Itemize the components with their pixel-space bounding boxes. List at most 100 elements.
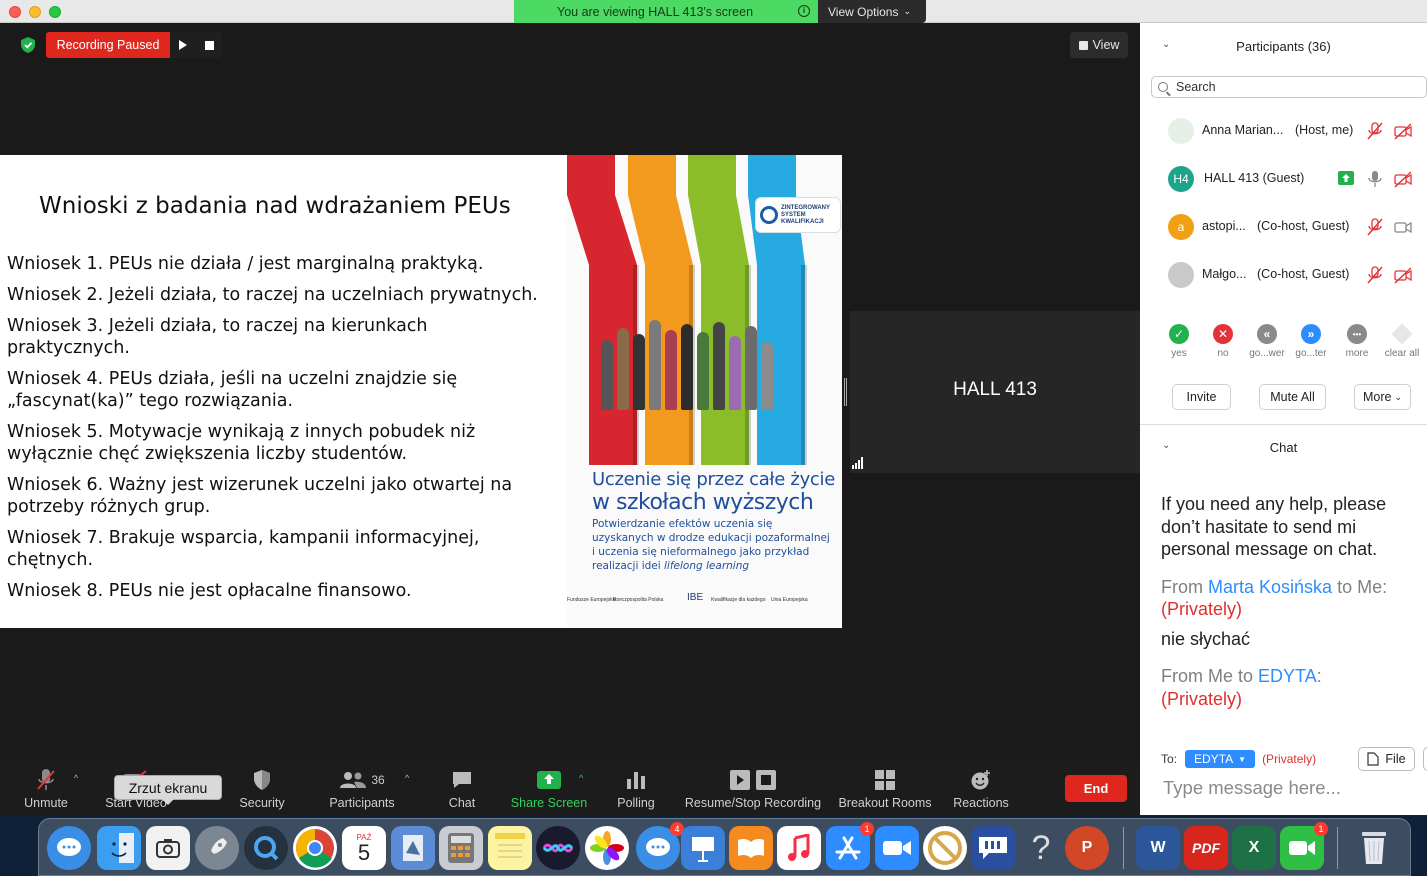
participant-search-input[interactable]: Search (1151, 76, 1427, 98)
share-options-caret-icon[interactable]: ^ (579, 773, 583, 783)
feedback-chat-app-icon[interactable] (971, 826, 1015, 870)
end-meeting-button[interactable]: End (1065, 775, 1127, 802)
file-button[interactable]: File (1358, 747, 1415, 771)
keynote-icon[interactable] (681, 826, 725, 870)
mute-all-button[interactable]: Mute All (1259, 384, 1326, 410)
search-icon (1158, 82, 1168, 92)
resume-recording-button[interactable] (170, 32, 196, 58)
reactions-label: Reactions (953, 796, 1009, 810)
powerpoint-icon[interactable]: P (1065, 826, 1109, 870)
chat-label: Chat (448, 796, 476, 810)
feedback-more-button[interactable]: ••• more (1335, 324, 1379, 359)
messages-icon[interactable]: 4 (636, 822, 684, 870)
resume-stop-recording-button[interactable]: Resume/Stop Recording (684, 767, 822, 813)
feedback-go-slower-button[interactable]: « go...wer (1245, 324, 1289, 359)
video-off-icon[interactable] (1394, 266, 1412, 284)
muted-microphone-icon[interactable] (1366, 218, 1384, 236)
chevron-down-icon: ⌄ (903, 6, 912, 16)
muted-microphone-icon[interactable] (1366, 122, 1384, 140)
calendar-icon[interactable]: PAŹ 5 (342, 826, 386, 870)
chat-bubble-icon (451, 767, 473, 793)
conclusion-item: Wniosek 6. Ważny jest wizerunek uczelni … (7, 475, 513, 517)
finder-icon[interactable] (97, 826, 141, 870)
chat-more-button[interactable]: ··· (1423, 747, 1427, 771)
chat-button[interactable]: Chat (440, 767, 484, 813)
feedback-go-faster-button[interactable]: » go...ter (1289, 324, 1333, 359)
collapse-chevron-icon[interactable]: ⌄ (1162, 440, 1170, 451)
polling-button[interactable]: Polling (612, 767, 660, 813)
info-icon[interactable]: i (798, 5, 810, 17)
conclusion-item: Wniosek 7. Brakuje wsparcia, kampanii in… (7, 528, 480, 570)
muted-microphone-icon[interactable] (1366, 266, 1384, 284)
app-store-icon[interactable]: 1 (826, 822, 874, 870)
minimize-window-button[interactable] (29, 6, 41, 18)
microphone-icon[interactable] (1366, 170, 1384, 188)
poster-heading-line2: w szkołach wyższych (592, 490, 814, 515)
participant-row[interactable]: Anna Marian... (Host, me) (1140, 107, 1427, 155)
music-icon[interactable] (777, 826, 821, 870)
sender-name[interactable]: Marta Kosińska (1208, 577, 1332, 597)
pdf-app-icon[interactable]: PDF (1184, 826, 1228, 870)
more-button[interactable]: More ⌄ (1354, 384, 1411, 410)
split-divider-handle[interactable] (844, 378, 847, 406)
participant-name: Małgo... (1202, 267, 1247, 281)
record-controls-icon (729, 767, 777, 793)
chat-message-input[interactable]: Type message here... (1163, 777, 1341, 799)
security-button[interactable]: Security (234, 767, 290, 813)
video-off-icon[interactable] (1394, 170, 1412, 188)
participant-row[interactable]: a astopi... (Co-host, Guest) (1140, 203, 1427, 251)
calculator-icon[interactable] (439, 826, 483, 870)
participant-video-tile[interactable]: HALL 413 (850, 311, 1140, 473)
participant-row[interactable]: Małgo... (Co-host, Guest) (1140, 251, 1427, 299)
help-question-icon[interactable]: ? (1019, 826, 1063, 870)
photos-icon[interactable] (585, 826, 629, 870)
kwalifikacje-logo: Kwalifikacje dla każdego (711, 597, 766, 603)
view-button[interactable]: View (1070, 32, 1128, 58)
word-label: W (1150, 839, 1166, 856)
quicktime-icon[interactable] (244, 826, 288, 870)
stop-recording-button[interactable] (196, 32, 222, 58)
feedback-no-button[interactable]: ✕ no (1201, 324, 1245, 359)
trash-icon[interactable] (1352, 826, 1396, 870)
notes-icon[interactable] (488, 826, 532, 870)
zoom-window-button[interactable] (49, 6, 61, 18)
reactions-button[interactable]: Reactions (950, 767, 1012, 813)
unmute-button[interactable]: Unmute (20, 767, 72, 813)
zoom-app-icon[interactable] (875, 826, 919, 870)
audio-options-caret-icon[interactable]: ^ (74, 773, 78, 783)
recipient-name[interactable]: EDYTA (1258, 666, 1317, 686)
chat-recipient-row: To: EDYTA ▼ (Privately) File ··· (1161, 747, 1427, 771)
presentation-slide: Wnioski z badania nad wdrażaniem PEUs Wn… (0, 155, 842, 628)
word-icon[interactable]: W (1136, 826, 1180, 870)
close-window-button[interactable] (9, 6, 21, 18)
video-off-icon[interactable] (1394, 122, 1412, 140)
preview-app-icon[interactable] (391, 826, 435, 870)
participant-name: astopi... (1202, 219, 1246, 233)
view-options-button[interactable]: View Options ⌄ (818, 0, 926, 23)
to-me-label: to Me: (1337, 576, 1388, 597)
feedback-label: go...wer (1249, 348, 1285, 359)
messages-app-icon[interactable] (47, 826, 91, 870)
collapse-chevron-icon[interactable]: ⌄ (1162, 39, 1170, 50)
excel-icon[interactable]: X (1232, 826, 1276, 870)
participant-row[interactable]: H4 HALL 413 (Guest) (1140, 155, 1427, 203)
screenshot-app-icon[interactable] (146, 826, 190, 870)
participants-options-caret-icon[interactable]: ^ (405, 773, 409, 783)
feedback-yes-button[interactable]: ✓ yes (1157, 324, 1201, 359)
video-camera-icon[interactable] (1394, 218, 1412, 236)
breakout-rooms-button[interactable]: Breakout Rooms (838, 767, 932, 813)
books-icon[interactable] (729, 826, 773, 870)
facetime-icon[interactable]: 1 (1280, 822, 1328, 870)
recipient-dropdown[interactable]: EDYTA ▼ (1185, 750, 1256, 768)
conclusions-list: Wniosek 1. PEUs nie działa / jest margin… (7, 253, 547, 611)
feedback-clear-all-button[interactable]: clear all (1380, 323, 1424, 359)
launchpad-rocket-icon[interactable] (195, 826, 239, 870)
chat-message-header: From Marta Kosińska to Me: (Privately) (1161, 576, 1423, 621)
chrome-icon[interactable] (293, 826, 337, 870)
siri-icon[interactable] (536, 826, 580, 870)
share-screen-button[interactable]: Share Screen (508, 767, 590, 813)
do-not-disturb-app-icon[interactable] (923, 826, 967, 870)
participants-button[interactable]: 36 Participants (326, 767, 398, 813)
invite-button[interactable]: Invite (1172, 384, 1231, 410)
encryption-shield-icon[interactable] (14, 34, 42, 56)
